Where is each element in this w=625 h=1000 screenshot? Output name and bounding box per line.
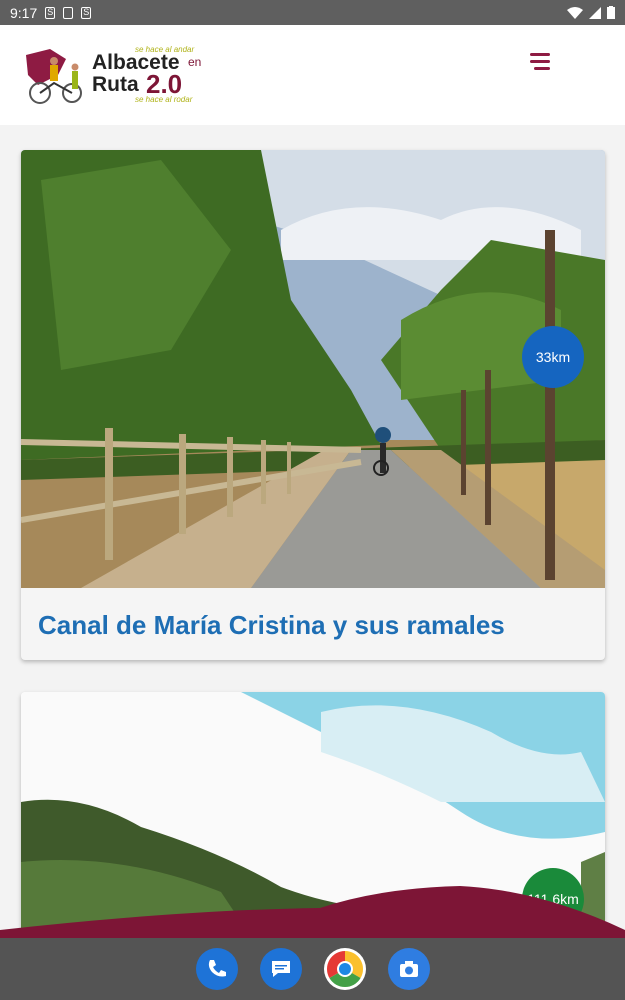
route-photo[interactable]	[21, 150, 605, 588]
route-card[interactable]: 33km Canal de María Cristina y sus ramal…	[21, 150, 605, 660]
signal-icon	[589, 6, 601, 19]
app-header: se hace al andar Albacete en Ruta 2.0 se…	[0, 25, 625, 125]
wifi-icon	[567, 6, 583, 19]
camera-icon[interactable]	[387, 948, 430, 990]
sim-icon: S	[45, 6, 56, 19]
distance-badge: 33km	[522, 326, 584, 388]
messages-icon[interactable]	[259, 948, 302, 990]
logo-name-en: en	[188, 55, 202, 69]
route-title[interactable]: Canal de María Cristina y sus ramales	[38, 610, 505, 641]
logo-tagline-bottom: se hace al rodar	[135, 95, 193, 104]
sync-icon: S	[81, 6, 92, 19]
status-bar: 9:17 S S	[0, 0, 625, 25]
albacete-en-ruta-logo[interactable]: se hace al andar Albacete en Ruta 2.0 se…	[20, 45, 210, 107]
chrome-icon[interactable]	[323, 948, 366, 990]
battery-icon	[607, 6, 615, 19]
phone-icon[interactable]	[195, 948, 238, 990]
cyclist-logo-icon	[26, 49, 82, 104]
sd-card-icon	[63, 6, 74, 19]
logo-name-line2: Ruta	[92, 73, 139, 96]
footer-wave	[0, 886, 625, 940]
hamburger-menu-icon[interactable]	[528, 53, 552, 75]
status-time: 9:17	[10, 4, 38, 21]
android-dock	[0, 938, 625, 1000]
